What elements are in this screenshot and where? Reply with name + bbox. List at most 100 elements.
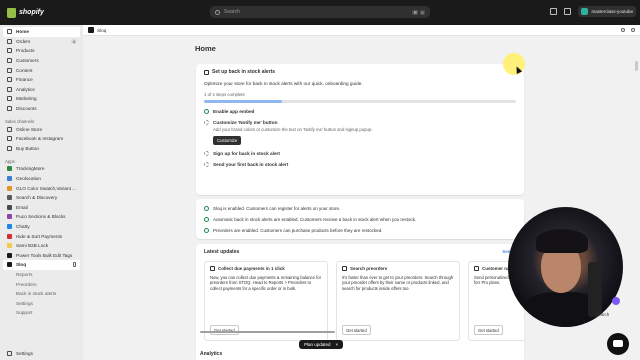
update-tile: Search preorders It's faster than ever t…	[336, 261, 460, 341]
sidebar-app-chatty[interactable]: Chatty	[0, 222, 83, 232]
page-title: Home	[195, 44, 216, 53]
check-circle-icon	[204, 228, 209, 233]
close-icon[interactable]: ×	[336, 342, 339, 347]
sidebar-item-home[interactable]: Home	[3, 27, 80, 37]
sidebar-channel-facebook[interactable]: Facebook & Instagram	[0, 134, 83, 144]
get-started-button[interactable]: Get started	[474, 325, 503, 335]
sidebar-sub-back-in-stock[interactable]: Back in stock alerts	[0, 289, 83, 299]
sidebar-item-analytics[interactable]: Analytics	[0, 85, 83, 95]
progress-text: 1 of 4 steps complete	[204, 92, 245, 97]
search-input[interactable]: Search ⌘ K	[210, 6, 430, 18]
sidebar: Home Orders 4 Products Customers Content …	[0, 25, 83, 360]
tag-icon	[7, 48, 12, 54]
orders-icon	[7, 38, 12, 44]
search-icon	[342, 266, 347, 271]
content-icon	[7, 67, 12, 73]
get-started-button[interactable]: Get started	[342, 325, 371, 335]
check-circle-icon	[204, 109, 209, 114]
step-send-alert[interactable]: Send your first back in stock alert	[204, 162, 516, 167]
buy-button-icon	[7, 145, 12, 151]
search-icon	[215, 9, 220, 15]
power-tools-icon	[7, 252, 12, 258]
store-icon[interactable]	[550, 8, 558, 15]
widget-icon[interactable]	[612, 297, 620, 305]
sidebar-app-search-discovery[interactable]: Search & Discovery	[0, 193, 83, 203]
app-title-bar: Sloq	[83, 25, 640, 36]
sidebar-app-puco[interactable]: Puco Sections & Blocks	[0, 212, 83, 222]
payments-app-icon	[7, 233, 12, 239]
sloq-icon	[7, 262, 12, 268]
person-icon	[474, 266, 479, 271]
setup-guide-card: Set up back in stock alerts Optimize you…	[196, 64, 524, 195]
status-line: Sloq is enabled. Customers can register …	[204, 203, 516, 214]
status-line: Preorders are enabled. Customers can pur…	[204, 225, 516, 236]
sidebar-item-settings[interactable]: Settings	[0, 348, 83, 358]
progress-bar	[204, 100, 516, 103]
sidebar-item-marketing[interactable]: Marketing	[0, 94, 83, 104]
sidebar-app-hide-sort-payments[interactable]: Hide & Sort Payments	[0, 231, 83, 241]
microphone-icon	[588, 262, 602, 317]
shopify-logo[interactable]: shopify	[7, 7, 44, 18]
scrollbar[interactable]	[635, 61, 638, 71]
sidebar-app-glo-color-swatch[interactable]: GLO Color Swatch,Variant ...	[0, 183, 83, 193]
progress-fill	[204, 100, 282, 103]
analytics-icon	[7, 86, 12, 92]
email-icon	[7, 204, 12, 210]
step-enable-app-embed[interactable]: Enable app embed	[204, 109, 516, 114]
sidebar-item-customers[interactable]: Customers	[0, 56, 83, 66]
sloq-icon	[88, 27, 94, 33]
gear-icon	[7, 350, 12, 356]
get-started-button[interactable]: Get started	[210, 325, 239, 335]
sidebar-app-email[interactable]: Email	[0, 203, 83, 213]
orders-count-badge: 4	[70, 38, 77, 44]
discount-icon	[7, 106, 12, 112]
store-menu[interactable]: masterclass-youtube	[578, 6, 636, 17]
geolocation-icon	[7, 176, 12, 182]
update-tile: Collect due payments in 1 click Now, you…	[204, 261, 328, 341]
step-signup-alert[interactable]: Sign up for back in stock alert	[204, 151, 516, 156]
pin-icon[interactable]	[73, 262, 76, 268]
sidebar-item-orders[interactable]: Orders 4	[0, 37, 83, 47]
puco-icon	[7, 214, 12, 220]
payment-icon	[210, 266, 215, 271]
store-icon	[7, 126, 12, 132]
bell-icon[interactable]	[621, 28, 625, 32]
more-icon[interactable]	[631, 28, 635, 32]
store-avatar	[581, 8, 589, 15]
sidebar-channel-online-store[interactable]: Online Store	[0, 124, 83, 134]
toast: Plan updated ×	[299, 340, 344, 349]
sidebar-item-content[interactable]: Content	[0, 65, 83, 75]
sidebar-app-power-tools[interactable]: Power Tools Bulk Edit Tags	[0, 250, 83, 260]
sidebar-sub-support[interactable]: Support	[0, 308, 83, 318]
sidebar-sub-reports[interactable]: Reports	[0, 270, 83, 280]
horizontal-scrollbar[interactable]	[200, 331, 335, 333]
step-customize-button[interactable]: Customize 'Notify me' button	[204, 120, 516, 125]
bell-icon[interactable]	[564, 8, 572, 15]
status-line: Automatic back in stock alerts are enabl…	[204, 214, 516, 225]
sidebar-sub-preorders[interactable]: Preorders	[0, 279, 83, 289]
widget-search-label[interactable]: Search	[595, 312, 609, 317]
meta-icon	[7, 136, 12, 142]
dashed-circle-icon	[204, 162, 209, 167]
sidebar-sub-settings[interactable]: Settings	[0, 298, 83, 308]
chat-icon[interactable]	[607, 333, 629, 355]
status-card: Sloq is enabled. Customers can register …	[196, 199, 524, 239]
sami-icon	[7, 243, 12, 249]
sidebar-channel-buy-button[interactable]: Buy Button	[0, 144, 83, 154]
bank-icon	[7, 77, 12, 83]
swatch-icon	[7, 185, 12, 191]
customize-button[interactable]: Customize	[213, 136, 242, 145]
sales-channels-heading: Sales channels	[5, 119, 35, 125]
apps-heading: Apps	[5, 159, 15, 165]
sidebar-app-sami-b2b[interactable]: Sami B2B Lock	[0, 241, 83, 251]
bell-icon	[204, 69, 209, 75]
target-icon	[7, 96, 12, 102]
sidebar-item-discounts[interactable]: Discounts	[0, 104, 83, 114]
sidebar-app-sloq[interactable]: Sloq	[3, 260, 80, 270]
trackingmore-icon	[7, 166, 12, 172]
sidebar-item-products[interactable]: Products	[0, 46, 83, 56]
sidebar-item-finance[interactable]: Finance	[0, 75, 83, 85]
shopify-bag-icon	[7, 7, 16, 18]
sidebar-app-geolocation[interactable]: Geolocation	[0, 174, 83, 184]
sidebar-app-trackingmore[interactable]: TrackingMore	[0, 164, 83, 174]
